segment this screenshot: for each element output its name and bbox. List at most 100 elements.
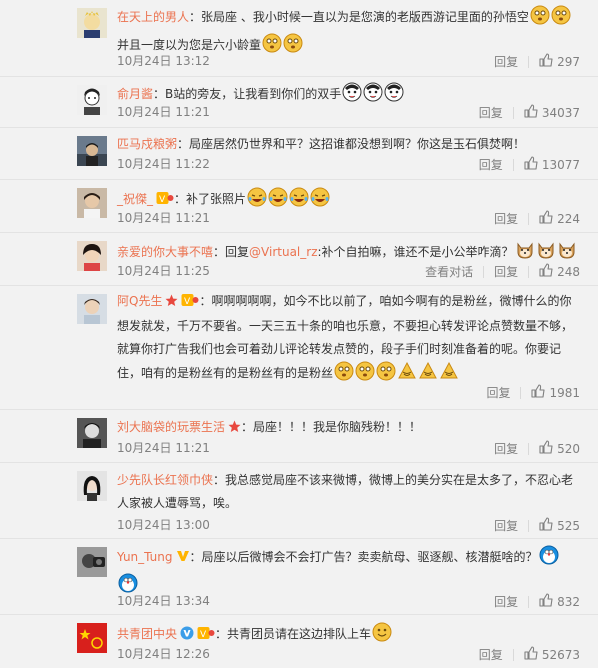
- colon: ：: [213, 473, 226, 487]
- thumbs-up-icon: [524, 104, 542, 122]
- like-button[interactable]: 13077: [524, 156, 580, 174]
- like-button[interactable]: 525: [539, 517, 580, 535]
- comment-text: 张局座 、我小时候一直以为是您演的老版西游记里面的孙悟空: [201, 10, 529, 24]
- comment-item: 阿Q先生 V ：啊啊啊啊啊，如今不比以前了，咱如今啊有的是粉丝，微博什么的你想发就发…: [0, 286, 598, 410]
- thumbs-up-icon: [531, 384, 549, 402]
- comment-actions: 回复 832: [494, 593, 580, 611]
- comment-text: 局座！！！我是你脑残粉！！！: [253, 420, 422, 434]
- svg-text:V: V: [159, 195, 166, 205]
- comment-actions: 回复 520: [494, 440, 580, 458]
- comment-item: _祝傑_ V ：补了张照片 10月24日 11:21 回复 224: [0, 180, 598, 233]
- star-badge-icon: [228, 418, 241, 441]
- divider: [528, 213, 530, 225]
- bow-emoji-icon: [397, 361, 417, 389]
- emoji-icon: [262, 33, 282, 61]
- svg-text:V: V: [184, 297, 191, 307]
- avatar[interactable]: [77, 418, 107, 448]
- reply-prefix: 回复: [225, 245, 250, 259]
- avatar[interactable]: [77, 547, 107, 577]
- comment-body: 匹马戍粮粥：局座居然仍世界和平？这招谁都没想到啊？你这是玉石俱焚啊！: [117, 133, 580, 156]
- avatar[interactable]: [77, 8, 107, 38]
- avatar[interactable]: [77, 294, 107, 324]
- comment-text: 局座居然仍世界和平？这招谁都没想到啊？你这是玉石俱焚啊！: [189, 137, 526, 151]
- reply-button[interactable]: 回复: [479, 647, 503, 663]
- reply-button[interactable]: 回复: [494, 211, 518, 227]
- like-button[interactable]: 297: [539, 53, 580, 71]
- comment-body: 少先队长红领巾侠：我总感觉局座不该来微博，微博上的美分实在是太多了，不忍心老人家…: [117, 469, 580, 515]
- reply-button[interactable]: 回复: [494, 441, 518, 457]
- avatar[interactable]: [77, 85, 107, 115]
- comment-username[interactable]: 共青团中央: [117, 627, 177, 641]
- reply-button[interactable]: 回复: [486, 385, 510, 401]
- comment-username[interactable]: 亲爱的你大事不嘻: [117, 245, 213, 259]
- like-button[interactable]: 832: [539, 593, 580, 611]
- like-count: 248: [557, 265, 580, 279]
- like-button[interactable]: 52673: [524, 646, 580, 664]
- emoji-icon: [376, 361, 396, 389]
- colon: ：: [189, 10, 202, 24]
- like-count: 34037: [541, 106, 580, 120]
- svg-text:V: V: [200, 630, 207, 640]
- avatar[interactable]: [77, 471, 107, 501]
- comment-username[interactable]: 阿Q先生: [117, 294, 162, 308]
- comment-item: Yun_Tung ：局座以后微博会不会打广告？卖卖航母、驱逐舰、核潜艇啥的？ 10…: [0, 539, 598, 615]
- reply-button[interactable]: 回复: [479, 105, 503, 121]
- comment-item: 共青团中央 V ：共青团员请在这边排队上车 10月24日 12:26 回复 5267…: [0, 615, 598, 668]
- reply-button[interactable]: 回复: [479, 157, 503, 173]
- emoji-icon: [283, 33, 303, 61]
- colon: ：: [199, 294, 212, 308]
- comment-username[interactable]: 俞月酱: [117, 87, 153, 101]
- like-count: 13077: [541, 158, 580, 172]
- bow-emoji-icon: [418, 361, 438, 389]
- divider: [528, 596, 530, 608]
- colon: ：: [213, 245, 226, 259]
- divider: [512, 107, 514, 119]
- comment-item: 匹马戍粮粥：局座居然仍世界和平？这招谁都没想到啊？你这是玉石俱焚啊！ 10月24…: [0, 128, 598, 180]
- avatar[interactable]: [77, 188, 107, 218]
- comment-username[interactable]: 匹马戍粮粥: [117, 137, 177, 151]
- comment-actions: 回复 34037: [479, 104, 580, 122]
- comment-username[interactable]: 刘大脑袋的玩票生活: [117, 420, 225, 434]
- divider: [528, 56, 530, 68]
- reply-button[interactable]: 回复: [494, 54, 518, 70]
- comment-actions: 回复 13077: [479, 156, 580, 174]
- avatar[interactable]: [77, 623, 107, 653]
- divider: [528, 266, 530, 278]
- divider: [483, 266, 485, 278]
- comment-item: 刘大脑袋的玩票生活 ：局座！！！我是你脑残粉！！！ 10月24日 11:21 回复…: [0, 410, 598, 463]
- like-count: 525: [557, 519, 580, 533]
- avatar[interactable]: [77, 241, 107, 271]
- view-dialog-button[interactable]: 查看对话: [425, 264, 473, 280]
- comment-text: 共青团员请在这边排队上车: [227, 627, 372, 641]
- comment-text: :补个自拍嘛，谁还不是小公举咋滴？: [317, 245, 514, 259]
- colon: ：: [177, 137, 190, 151]
- laughing-emoji-icon: [289, 187, 309, 215]
- like-count: 832: [557, 595, 580, 609]
- comment-username[interactable]: 少先队长红领巾侠: [117, 473, 213, 487]
- thumbs-up-icon: [539, 263, 557, 281]
- reply-button[interactable]: 回复: [494, 518, 518, 534]
- reply-button[interactable]: 回复: [494, 264, 518, 280]
- comment-actions: 查看对话 回复 248: [425, 263, 580, 281]
- like-button[interactable]: 224: [539, 210, 580, 228]
- thumbs-up-icon: [539, 440, 557, 458]
- colon: ：: [241, 420, 254, 434]
- comment-username[interactable]: 在天上的男人: [117, 10, 189, 24]
- divider: [512, 649, 514, 661]
- comment-text: 局座以后微博会不会打广告？卖卖航母、驱逐舰、核潜艇啥的？: [201, 550, 538, 564]
- like-button[interactable]: 1981: [531, 384, 580, 402]
- comment-username[interactable]: Yun_Tung: [117, 550, 173, 564]
- comment-username[interactable]: _祝傑_: [117, 192, 153, 206]
- divider: [512, 159, 514, 171]
- thumbs-up-icon: [539, 210, 557, 228]
- verified-v-badge-icon: [176, 548, 190, 571]
- like-button[interactable]: 34037: [524, 104, 580, 122]
- bow-emoji-icon: [439, 361, 459, 389]
- reply-button[interactable]: 回复: [494, 594, 518, 610]
- like-button[interactable]: 520: [539, 440, 580, 458]
- like-button[interactable]: 248: [539, 263, 580, 281]
- avatar[interactable]: [77, 136, 107, 166]
- like-count: 1981: [549, 386, 580, 400]
- mention-link[interactable]: @Virtual_rz: [249, 245, 317, 259]
- comment-actions: 回复 525: [494, 517, 580, 535]
